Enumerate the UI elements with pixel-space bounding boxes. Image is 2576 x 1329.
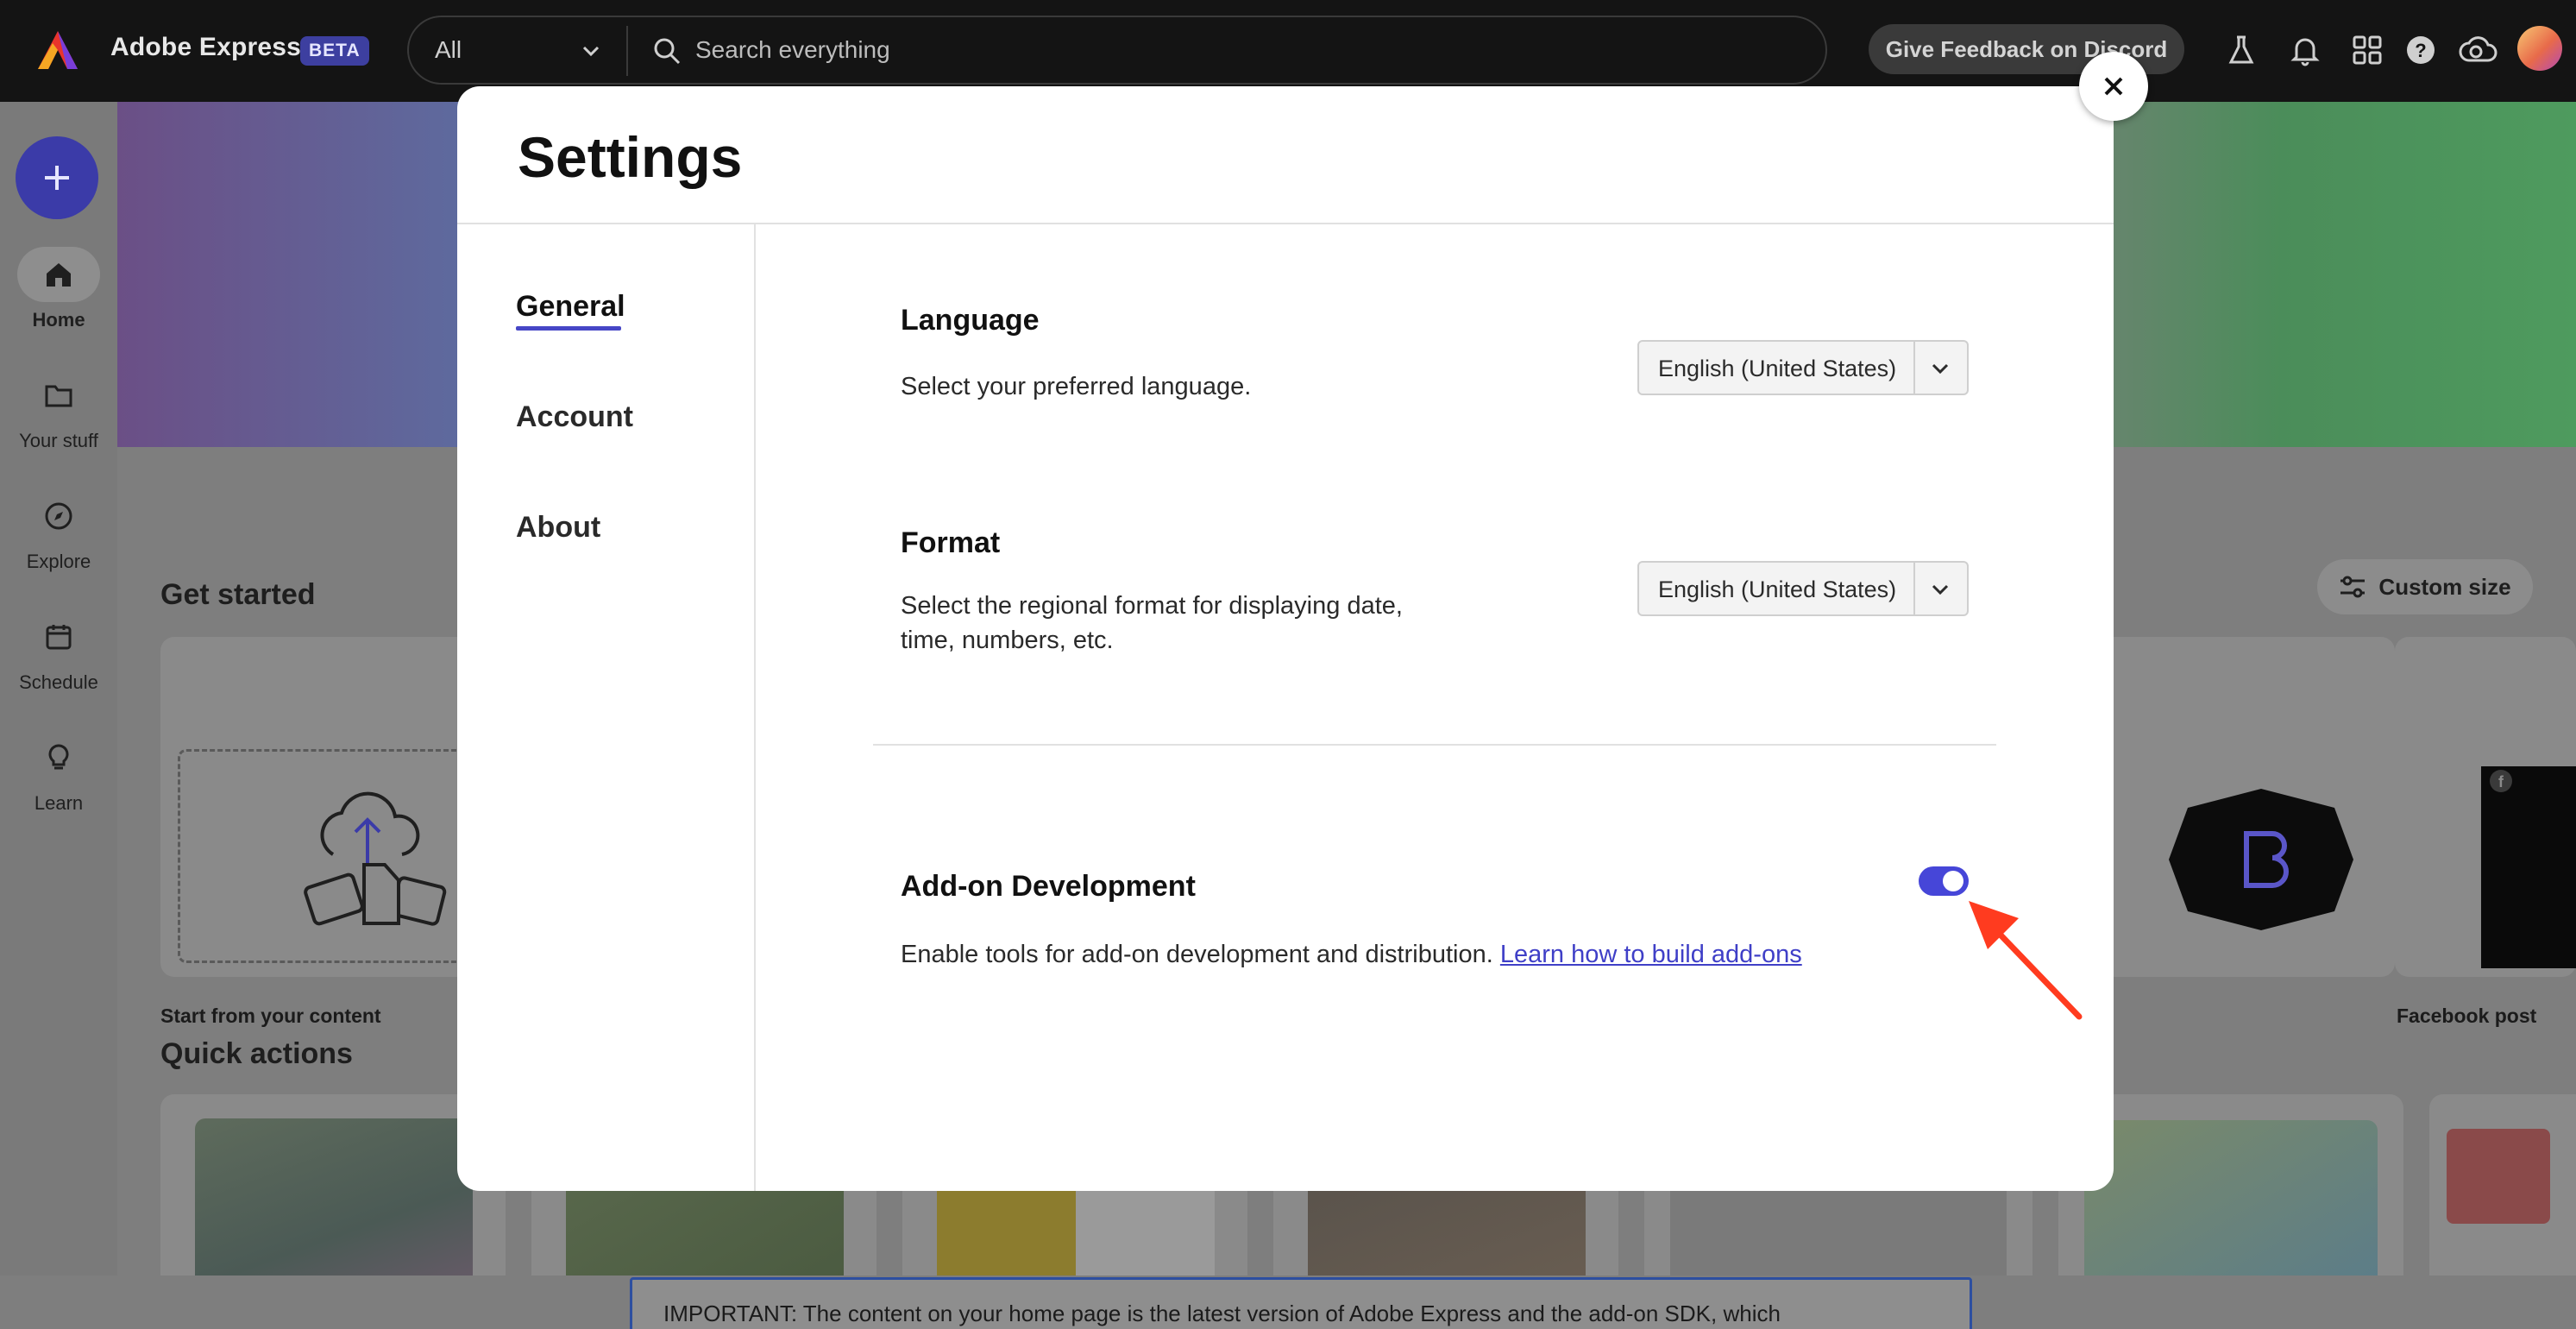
rail-item-label: Home [32, 309, 85, 331]
get-started-title: Get started [160, 578, 316, 611]
search-scope-select[interactable]: All [435, 36, 462, 64]
settings-nav-account[interactable]: Account [516, 400, 633, 434]
adobe-express-logo[interactable] [35, 28, 81, 74]
custom-size-label: Custom size [2378, 573, 2511, 600]
chevron-down-icon[interactable] [1927, 576, 1953, 602]
lightbulb-icon [48, 744, 69, 770]
create-button[interactable] [16, 136, 98, 219]
facebook-icon: f [2490, 770, 2512, 792]
apps-grid-icon[interactable] [2350, 33, 2384, 67]
rail-item-home[interactable]: Home [0, 247, 117, 331]
creative-cloud-icon[interactable] [2457, 33, 2500, 67]
chevron-down-icon[interactable] [578, 38, 604, 64]
close-icon [2104, 77, 2123, 96]
format-description-line2: time, numbers, etc. [901, 627, 1114, 654]
language-description: Select your preferred language. [901, 373, 1252, 400]
rail-item-label: Schedule [19, 671, 98, 693]
beta-badge: BETA [300, 36, 369, 66]
rail-item-label: Learn [34, 792, 84, 814]
calendar-icon [46, 625, 72, 650]
bottom-banner: IMPORTANT: The content on your home page… [0, 1275, 2576, 1329]
format-picker-value: English (United States) [1658, 576, 1897, 602]
addon-heading: Add-on Development [901, 870, 1196, 903]
plus-icon [45, 166, 69, 190]
compass-icon [45, 502, 72, 530]
quick-action-card[interactable] [2429, 1094, 2576, 1275]
search-divider [626, 26, 628, 76]
help-icon[interactable]: ? [2403, 33, 2438, 67]
template-card-brand[interactable] [2076, 637, 2395, 977]
rail-item-label: Explore [26, 551, 91, 572]
language-picker[interactable]: English (United States) [1637, 340, 1969, 395]
sliders-icon [2340, 576, 2366, 598]
format-heading: Format [901, 526, 1001, 559]
folder-icon [45, 385, 72, 407]
left-rail: Home Your stuff Explore Schedule Learn [0, 102, 117, 1329]
start-from-content-card[interactable] [160, 637, 497, 977]
brand-shield-icon [2169, 789, 2353, 930]
start-card-label: Start from your content [160, 1005, 381, 1027]
settings-nav-general[interactable]: General [516, 290, 625, 324]
facebook-card-label: Facebook post [2397, 1005, 2537, 1027]
header-divider [457, 223, 2114, 224]
home-icon [47, 263, 71, 287]
rail-item-your-stuff[interactable]: Your stuff [0, 368, 117, 452]
chevron-down-icon[interactable] [1927, 356, 1953, 381]
settings-title: Settings [518, 125, 743, 189]
annotation-arrow-icon [1969, 901, 2083, 1020]
settings-nav-about[interactable]: About [516, 511, 600, 545]
upload-cloud-icon [304, 791, 447, 926]
search-icon [654, 38, 681, 65]
app-brand[interactable]: Adobe Express [110, 33, 301, 62]
search-input[interactable]: Search everything [695, 36, 890, 64]
rail-item-schedule[interactable]: Schedule [0, 609, 117, 694]
custom-size-button[interactable]: Custom size [2317, 559, 2533, 614]
banner-notice: IMPORTANT: The content on your home page… [630, 1277, 1972, 1329]
rail-item-explore[interactable]: Explore [0, 488, 117, 573]
settings-dialog: Settings General Account About Language … [457, 86, 2114, 1191]
addon-description-row: Enable tools for add-on development and … [901, 937, 1802, 972]
svg-text:f: f [2498, 773, 2504, 790]
format-description-line1: Select the regional format for displayin… [901, 592, 1403, 620]
section-divider [873, 744, 1996, 746]
template-card-facebook-post[interactable]: f [2395, 637, 2576, 977]
quick-action-card[interactable] [160, 1094, 506, 1275]
rail-item-label: Your stuff [19, 430, 98, 451]
close-dialog-button[interactable] [2079, 52, 2148, 121]
flask-icon[interactable] [2224, 33, 2259, 67]
svg-text:?: ? [2415, 40, 2426, 61]
quick-actions-title: Quick actions [160, 1037, 353, 1070]
addon-description: Enable tools for add-on development and … [901, 941, 1493, 968]
format-picker[interactable]: English (United States) [1637, 561, 1969, 616]
language-heading: Language [901, 304, 1040, 337]
language-picker-value: English (United States) [1658, 356, 1897, 381]
rail-item-learn[interactable]: Learn [0, 730, 117, 815]
nav-divider [754, 224, 756, 1191]
active-tab-indicator [516, 326, 621, 331]
avatar[interactable] [2517, 26, 2562, 71]
search-bar[interactable]: All Search everything [407, 16, 1827, 85]
learn-addons-link[interactable]: Learn how to build add-ons [1500, 941, 1802, 968]
bell-icon[interactable] [2288, 33, 2322, 67]
